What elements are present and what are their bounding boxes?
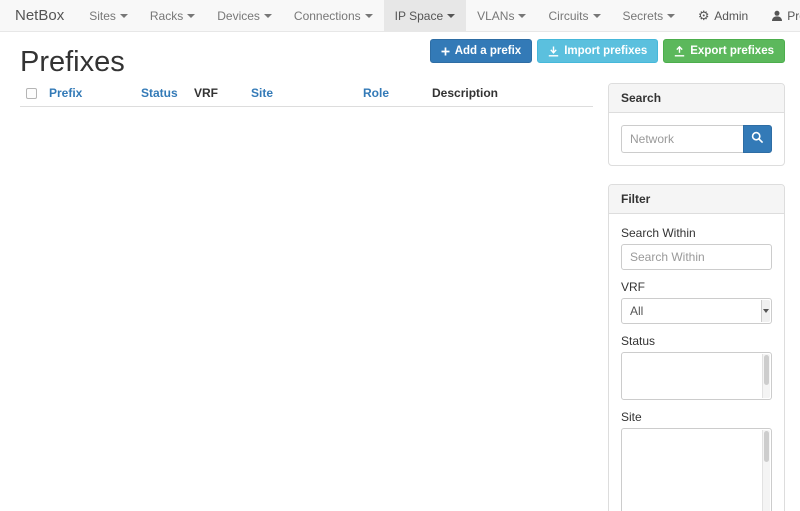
chevron-down-icon: [593, 14, 601, 18]
export-icon: [674, 46, 685, 57]
action-buttons: Add a prefix Import prefixes Export pref…: [430, 39, 785, 63]
prefixes-table: Prefix Status VRF Site Role Description: [20, 83, 593, 107]
column-header-vrf: VRF: [186, 83, 243, 107]
column-header-prefix[interactable]: Prefix: [41, 83, 133, 107]
status-label: Status: [621, 334, 772, 348]
gear-icon: ⚙︎: [697, 9, 710, 22]
import-prefixes-button[interactable]: Import prefixes: [537, 39, 658, 63]
vrf-select[interactable]: All: [621, 298, 772, 324]
search-within-label: Search Within: [621, 226, 772, 240]
column-header-site[interactable]: Site: [243, 83, 355, 107]
column-header-role[interactable]: Role: [355, 83, 424, 107]
column-header-description: Description: [424, 83, 593, 107]
scrollbar[interactable]: [762, 354, 770, 398]
chevron-down-icon: [518, 14, 526, 18]
chevron-down-icon: [365, 14, 373, 18]
filter-panel-title: Filter: [609, 185, 784, 214]
profile-link[interactable]: Profile: [759, 0, 800, 31]
import-icon: [548, 46, 559, 57]
chevron-down-icon: [120, 14, 128, 18]
netbox-brand[interactable]: NetBox: [0, 0, 78, 31]
search-panel: Search: [608, 83, 785, 166]
main-menu: Sites Racks Devices Connections IP Space…: [78, 0, 686, 31]
sidebar: Search Filter Search Within VRF All: [608, 83, 785, 511]
nav-item-vlans[interactable]: VLANs: [466, 0, 537, 31]
search-icon: [751, 131, 764, 147]
status-listbox[interactable]: [621, 352, 772, 400]
add-prefix-button[interactable]: Add a prefix: [430, 39, 532, 63]
search-input[interactable]: [621, 125, 743, 153]
nav-item-devices[interactable]: Devices: [206, 0, 283, 31]
user-menu: ⚙︎ Admin Profile Log out: [686, 0, 800, 31]
column-header-status[interactable]: Status: [133, 83, 186, 107]
nav-item-racks[interactable]: Racks: [139, 0, 206, 31]
page-header: Prefixes Add a prefix Import prefixes Ex…: [0, 32, 800, 83]
search-button[interactable]: [743, 125, 772, 153]
chevron-down-icon: [667, 14, 675, 18]
filter-panel: Filter Search Within VRF All Status Site…: [608, 184, 785, 511]
dropdown-arrow-icon: [761, 300, 770, 322]
search-within-input[interactable]: [621, 244, 772, 270]
person-icon: [770, 9, 783, 22]
nav-item-secrets[interactable]: Secrets: [612, 0, 687, 31]
chevron-down-icon: [264, 14, 272, 18]
site-label: Site: [621, 410, 772, 424]
table-header-row: Prefix Status VRF Site Role Description: [20, 83, 593, 107]
admin-link[interactable]: ⚙︎ Admin: [686, 0, 759, 31]
export-prefixes-button[interactable]: Export prefixes: [663, 39, 785, 63]
top-navbar: NetBox Sites Racks Devices Connections I…: [0, 0, 800, 32]
nav-item-ip-space[interactable]: IP Space: [384, 0, 466, 31]
plus-icon: [441, 47, 450, 56]
chevron-down-icon: [447, 14, 455, 18]
nav-item-connections[interactable]: Connections: [283, 0, 384, 31]
nav-item-circuits[interactable]: Circuits: [537, 0, 611, 31]
select-all-checkbox[interactable]: [26, 88, 37, 99]
chevron-down-icon: [187, 14, 195, 18]
nav-item-sites[interactable]: Sites: [78, 0, 139, 31]
search-panel-title: Search: [609, 84, 784, 113]
site-listbox[interactable]: [621, 428, 772, 511]
scrollbar[interactable]: [762, 430, 770, 511]
vrf-label: VRF: [621, 280, 772, 294]
